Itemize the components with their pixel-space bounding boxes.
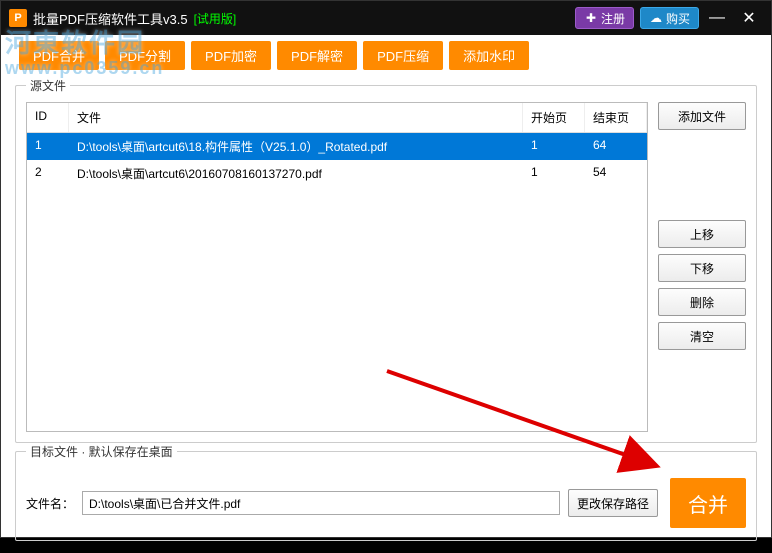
merge-button[interactable]: 合并 <box>670 478 746 528</box>
side-button-column: 添加文件 上移 下移 删除 清空 <box>658 102 746 432</box>
change-path-button[interactable]: 更改保存路径 <box>568 489 658 517</box>
app-logo-icon: P <box>9 9 27 27</box>
table-row[interactable]: 1D:\tools\桌面\artcut6\18.构件属性（V25.1.0）_Ro… <box>27 133 647 160</box>
tab-encrypt[interactable]: PDF加密 <box>191 41 271 70</box>
minimize-button[interactable]: — <box>703 4 731 32</box>
delete-button[interactable]: 删除 <box>658 288 746 316</box>
dest-legend: 目标文件 · 默认保存在桌面 <box>26 443 177 460</box>
cell-start: 1 <box>523 133 585 160</box>
tab-watermark[interactable]: 添加水印 <box>449 41 529 70</box>
window-title: 批量PDF压缩软件工具v3.5 <box>33 9 188 28</box>
tab-split[interactable]: PDF分割 <box>105 41 185 70</box>
trial-badge: [试用版] <box>194 10 237 27</box>
dest-fieldset: 目标文件 · 默认保存在桌面 文件名： 更改保存路径 合并 <box>15 443 757 541</box>
cell-id: 2 <box>27 160 69 187</box>
cell-start: 1 <box>523 160 585 187</box>
move-up-button[interactable]: 上移 <box>658 220 746 248</box>
clear-button[interactable]: 清空 <box>658 322 746 350</box>
tab-merge[interactable]: PDF合并 <box>19 41 99 70</box>
tab-compress[interactable]: PDF压缩 <box>363 41 443 70</box>
header-end[interactable]: 结束页 <box>585 103 647 132</box>
table-header: ID 文件 开始页 结束页 <box>27 103 647 133</box>
file-table[interactable]: ID 文件 开始页 结束页 1D:\tools\桌面\artcut6\18.构件… <box>26 102 648 432</box>
cloud-icon: ☁ <box>649 11 663 25</box>
filename-input[interactable] <box>82 491 560 515</box>
filename-label: 文件名： <box>26 495 74 512</box>
add-file-button[interactable]: 添加文件 <box>658 102 746 130</box>
table-row[interactable]: 2D:\tools\桌面\artcut6\20160708160137270.p… <box>27 160 647 187</box>
buy-button[interactable]: ☁ 购买 <box>640 7 699 29</box>
tab-decrypt[interactable]: PDF解密 <box>277 41 357 70</box>
cell-file: D:\tools\桌面\artcut6\18.构件属性（V25.1.0）_Rot… <box>69 133 523 160</box>
title-bar: P 批量PDF压缩软件工具v3.5 [试用版] ✚ 注册 ☁ 购买 — ✕ <box>1 1 771 35</box>
close-button[interactable]: ✕ <box>735 4 763 32</box>
cell-id: 1 <box>27 133 69 160</box>
buy-label: 购买 <box>666 10 690 27</box>
header-id[interactable]: ID <box>27 103 69 132</box>
header-file[interactable]: 文件 <box>69 103 523 132</box>
header-start[interactable]: 开始页 <box>523 103 585 132</box>
app-window: 河東软件园 www.pc0359.cn P 批量PDF压缩软件工具v3.5 [试… <box>0 0 772 538</box>
source-fieldset: 源文件 ID 文件 开始页 结束页 1D:\tools\桌面\artcut6\1… <box>15 77 757 443</box>
cell-end: 64 <box>585 133 647 160</box>
move-down-button[interactable]: 下移 <box>658 254 746 282</box>
source-legend: 源文件 <box>26 77 70 94</box>
table-body: 1D:\tools\桌面\artcut6\18.构件属性（V25.1.0）_Ro… <box>27 133 647 431</box>
register-label: 注册 <box>601 10 625 27</box>
tab-bar: PDF合并 PDF分割 PDF加密 PDF解密 PDF压缩 添加水印 <box>1 35 771 71</box>
plus-icon: ✚ <box>584 11 598 25</box>
cell-file: D:\tools\桌面\artcut6\20160708160137270.pd… <box>69 160 523 187</box>
register-button[interactable]: ✚ 注册 <box>575 7 634 29</box>
cell-end: 54 <box>585 160 647 187</box>
